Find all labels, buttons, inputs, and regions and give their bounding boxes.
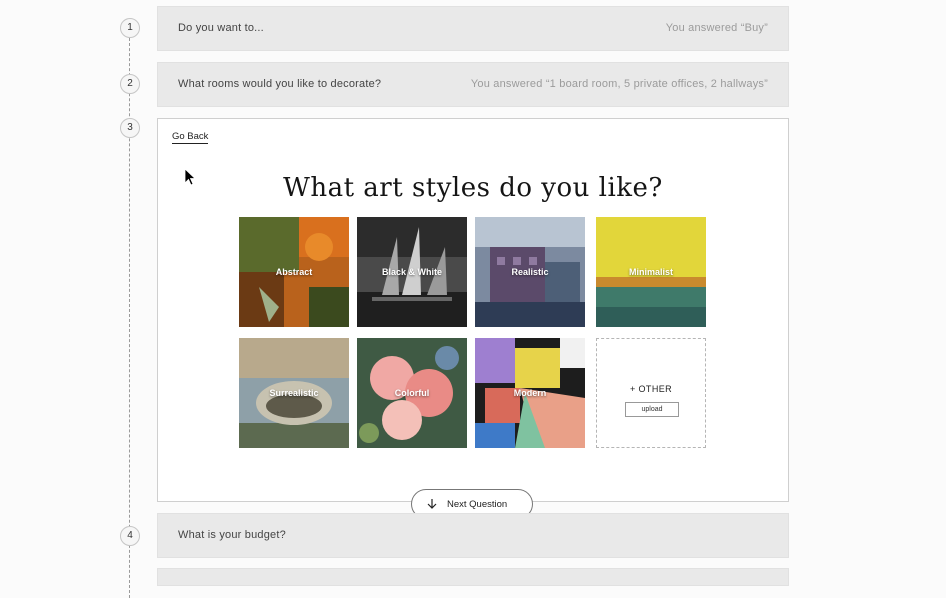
step-number-4: 4 bbox=[120, 526, 140, 546]
style-tile-modern[interactable]: Modern bbox=[475, 338, 585, 448]
step-2-answer: You answered “1 board room, 5 private of… bbox=[470, 78, 768, 90]
style-tile-black-white[interactable]: Black & White bbox=[357, 217, 467, 327]
step-4-bar[interactable]: What is your budget? bbox=[157, 513, 789, 558]
arrow-down-icon bbox=[426, 498, 438, 513]
style-label-colorful: Colorful bbox=[394, 388, 430, 398]
style-tile-colorful[interactable]: Colorful bbox=[357, 338, 467, 448]
style-tile-other[interactable]: + OTHER upload bbox=[596, 338, 706, 448]
style-tile-abstract[interactable]: Abstract bbox=[239, 217, 349, 327]
step-timeline bbox=[129, 28, 130, 598]
other-label: + OTHER bbox=[629, 384, 673, 394]
step-number-3: 3 bbox=[120, 118, 140, 138]
style-label-black-white: Black & White bbox=[381, 267, 442, 277]
mouse-pointer-icon bbox=[184, 168, 197, 191]
step-number-2: 2 bbox=[120, 74, 140, 94]
step-1-answer: You answered “Buy” bbox=[665, 22, 768, 34]
step-5-bar[interactable] bbox=[157, 568, 789, 586]
style-label-abstract: Abstract bbox=[275, 267, 313, 277]
step-2-answered-bar[interactable]: What rooms would you like to decorate? Y… bbox=[157, 62, 789, 107]
step-1-question: Do you want to... bbox=[178, 22, 264, 34]
style-tile-surrealistic[interactable]: Surrealistic bbox=[239, 338, 349, 448]
style-label-realistic: Realistic bbox=[511, 267, 549, 277]
step-4-question: What is your budget? bbox=[178, 529, 286, 541]
question-title: What art styles do you like? bbox=[283, 173, 663, 203]
step-number-1: 1 bbox=[120, 18, 140, 38]
style-label-modern: Modern bbox=[513, 388, 547, 398]
step-2-question: What rooms would you like to decorate? bbox=[178, 78, 382, 90]
style-tile-realistic[interactable]: Realistic bbox=[475, 217, 585, 327]
style-label-surrealistic: Surrealistic bbox=[269, 388, 319, 398]
step-1-answered-bar[interactable]: Do you want to... You answered “Buy” bbox=[157, 6, 789, 51]
next-question-label: Next Question bbox=[447, 499, 508, 510]
style-label-minimalist: Minimalist bbox=[628, 267, 673, 277]
style-tile-minimalist[interactable]: Minimalist bbox=[596, 217, 706, 327]
upload-button[interactable]: upload bbox=[625, 402, 679, 417]
go-back-link[interactable]: Go Back bbox=[172, 131, 209, 144]
art-style-question-card: Go Back What art styles do you like? Abs… bbox=[157, 118, 789, 502]
